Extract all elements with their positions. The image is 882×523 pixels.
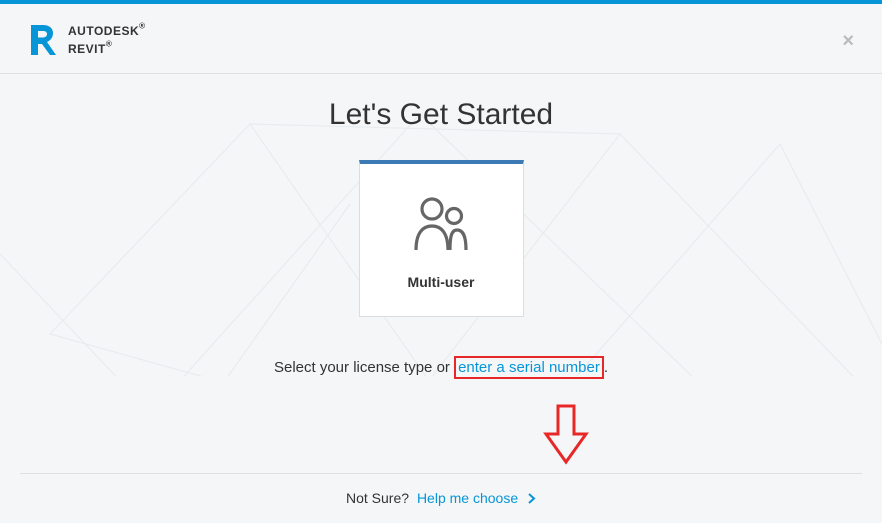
revit-logo-icon: [28, 23, 56, 57]
instruction-suffix: .: [604, 359, 608, 376]
close-icon[interactable]: ×: [842, 30, 854, 53]
footer: Not Sure? Help me choose: [20, 473, 862, 523]
company-label: AUTODESK: [68, 24, 139, 38]
card-label: Multi-user: [370, 274, 513, 290]
app-label: REVIT: [68, 42, 106, 56]
footer-prompt: Not Sure?: [346, 490, 409, 506]
chevron-right-icon: [528, 491, 536, 507]
annotation-arrow-icon: [542, 404, 590, 471]
multi-user-card[interactable]: Multi-user: [359, 160, 524, 317]
instruction-text: Select your license type or enter a seri…: [0, 359, 882, 376]
page-title: Let's Get Started: [0, 98, 882, 132]
help-link-text: Help me choose: [417, 490, 518, 506]
help-choose-link[interactable]: Help me choose: [417, 490, 536, 506]
product-name: AUTODESK® REVIT®: [68, 22, 145, 57]
enter-serial-link[interactable]: enter a serial number: [454, 356, 604, 379]
header: AUTODESK® REVIT® ×: [0, 4, 882, 74]
multi-user-icon: [370, 194, 513, 254]
main-content: Let's Get Started Multi-user Select your…: [0, 74, 882, 376]
instruction-prefix: Select your license type or: [274, 359, 454, 376]
